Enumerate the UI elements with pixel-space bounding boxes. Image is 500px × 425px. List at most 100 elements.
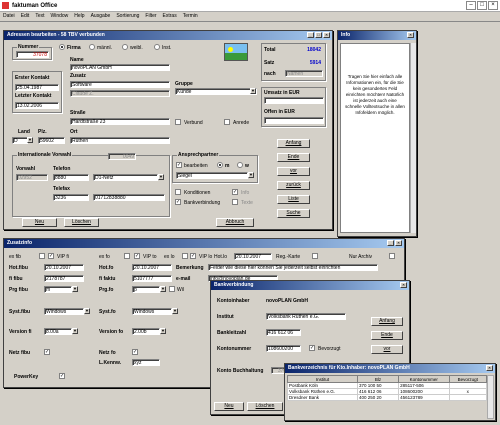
zusatz1-field[interactable]: Software: [70, 81, 170, 88]
konditionen-checkbox[interactable]: [175, 189, 181, 195]
radio-firma[interactable]: [59, 44, 65, 50]
menu-help[interactable]: Help: [71, 12, 87, 20]
reg-karte-checkbox[interactable]: [312, 253, 318, 259]
lkennw-field[interactable]: xyz: [132, 359, 160, 366]
telefax-field[interactable]: 3236: [53, 194, 89, 201]
wil-checkbox[interactable]: [169, 286, 175, 292]
menu-datei[interactable]: Datei: [0, 12, 18, 20]
ansprech-field[interactable]: Siegel: [176, 172, 248, 179]
menu-edit[interactable]: Edit: [18, 12, 33, 20]
neu-button[interactable]: Neu: [22, 218, 57, 227]
anfang-button[interactable]: Anfang: [277, 139, 310, 148]
bearbeiten-checkbox[interactable]: ✓: [176, 162, 182, 168]
minimize-icon[interactable]: _: [387, 240, 394, 246]
chevron-down-icon[interactable]: ▼: [72, 286, 78, 292]
netz-fibu-checkbox[interactable]: ✓: [44, 349, 50, 355]
chevron-down-icon[interactable]: ▼: [250, 88, 256, 94]
institut-field[interactable]: Volksbank Rüthen e.G.: [266, 313, 346, 320]
gruppe-select[interactable]: Kunde: [175, 88, 257, 95]
info-scrollbar[interactable]: [410, 43, 416, 233]
maximize-icon[interactable]: □: [315, 32, 322, 38]
zusatz2-field[interactable]: Claude Z.: [70, 90, 170, 97]
chevron-down-icon[interactable]: ▼: [27, 137, 33, 143]
bank-vor-button[interactable]: vor: [371, 345, 403, 354]
chevron-down-icon[interactable]: ▼: [72, 328, 78, 334]
nummer-field[interactable]: 37078: [16, 51, 49, 58]
radio-m[interactable]: [217, 162, 223, 168]
land-select[interactable]: D: [12, 137, 28, 144]
chevron-down-icon[interactable]: ▼: [248, 172, 254, 178]
table-header[interactable]: Kontonummer: [398, 375, 450, 383]
netz-select[interactable]: D1-Netz: [93, 174, 158, 181]
close-icon[interactable]: ×: [486, 365, 493, 371]
texte-checkbox[interactable]: [232, 199, 238, 205]
bevorzugt-checkbox[interactable]: ✓: [309, 345, 315, 351]
close-icon[interactable]: ×: [323, 32, 330, 38]
menu-filter[interactable]: Filter: [142, 12, 159, 20]
radio-maennl[interactable]: [89, 44, 95, 50]
radio-weibl[interactable]: [122, 44, 128, 50]
hot-lo-field[interactable]: 20.10.2007: [234, 253, 272, 260]
fibu-field[interactable]: 2178787: [44, 275, 84, 282]
vip-lo-checkbox[interactable]: ✓: [190, 253, 196, 259]
chevron-down-icon[interactable]: ▼: [84, 308, 90, 314]
menu-text[interactable]: Text: [32, 12, 47, 20]
bank-anfang-button[interactable]: Anfang: [371, 317, 403, 326]
verbund-checkbox[interactable]: [175, 119, 181, 125]
chevron-down-icon[interactable]: ▼: [172, 308, 178, 314]
close-icon[interactable]: ×: [400, 282, 407, 288]
chevron-down-icon[interactable]: ▼: [160, 328, 166, 334]
ende-button[interactable]: Ende: [277, 153, 310, 162]
liste-button[interactable]: Liste: [277, 195, 310, 204]
menu-termin[interactable]: Termin: [180, 12, 201, 20]
umsatz-field[interactable]: [264, 97, 324, 104]
info-textarea[interactable]: Tragen Sie hier einfach alle Information…: [340, 43, 410, 233]
bemerkung-field[interactable]: Felder wie diese hier können Sie jederze…: [208, 264, 378, 271]
suche-button[interactable]: Suche: [277, 209, 310, 218]
close-icon[interactable]: ×: [488, 1, 498, 10]
menu-window[interactable]: Window: [47, 12, 71, 20]
vip-fib-checkbox[interactable]: ✓: [48, 253, 54, 259]
offen-field[interactable]: [264, 117, 324, 124]
mobil-field[interactable]: 01712838880: [93, 194, 165, 201]
vip-to-checkbox[interactable]: ✓: [134, 253, 140, 259]
blz-field[interactable]: 416 612 06: [266, 329, 301, 336]
faktu-field[interactable]: 5107777: [132, 275, 172, 282]
chevron-down-icon[interactable]: ▼: [158, 174, 164, 180]
vor-button[interactable]: vor: [277, 167, 310, 176]
table-scrollbar[interactable]: [487, 375, 494, 419]
minimize-icon[interactable]: –: [466, 1, 476, 10]
bank-ende-button[interactable]: Ende: [371, 331, 403, 340]
bank-neu-button[interactable]: Neu: [214, 402, 244, 411]
ex-fib-checkbox[interactable]: [39, 253, 45, 259]
prg-fo-select[interactable]: p: [132, 286, 160, 293]
bank-loeschen-button[interactable]: Löschen: [247, 402, 283, 411]
nur-archiv-checkbox[interactable]: [389, 253, 395, 259]
erster-kontakt-field[interactable]: 25.04.1987: [15, 84, 59, 91]
close-icon[interactable]: ×: [407, 32, 414, 38]
abbruch-button[interactable]: Abbruch: [216, 218, 254, 227]
intl-vorwahl-field[interactable]: 0049: [108, 153, 136, 160]
ex-fo-checkbox[interactable]: [124, 253, 130, 259]
anrede-checkbox[interactable]: [224, 119, 230, 125]
version-fo-select[interactable]: 2.00b: [132, 328, 160, 335]
table-header[interactable]: Blz: [356, 375, 400, 383]
table-row[interactable]: Dresdner Bank 400 250 20 456123789: [287, 394, 487, 401]
vorwahl-field[interactable]: 02952: [16, 174, 48, 181]
menu-ausgabe[interactable]: Ausgabe: [88, 12, 114, 20]
chevron-down-icon[interactable]: ▼: [160, 286, 166, 292]
radio-w[interactable]: [237, 162, 243, 168]
syst-fo-select[interactable]: Windows: [132, 308, 172, 315]
loeschen-button[interactable]: Löschen: [64, 218, 99, 227]
kontonummer-field[interactable]: 108600200: [266, 345, 301, 352]
menu-extras[interactable]: Extras: [160, 12, 180, 20]
syst-fibu-select[interactable]: Windows: [44, 308, 84, 315]
bankverbindung-checkbox[interactable]: ✓: [175, 199, 181, 205]
maximize-icon[interactable]: □: [477, 1, 487, 10]
zurueck-button[interactable]: zurück: [277, 181, 310, 190]
plz-field[interactable]: 59602: [38, 137, 65, 144]
info-checkbox[interactable]: ✓: [232, 189, 238, 195]
table-header[interactable]: Bevorzugt: [448, 375, 487, 383]
telefon-field[interactable]: 8880: [53, 174, 89, 181]
hot-fo-field[interactable]: 20.10.2007: [132, 264, 172, 271]
